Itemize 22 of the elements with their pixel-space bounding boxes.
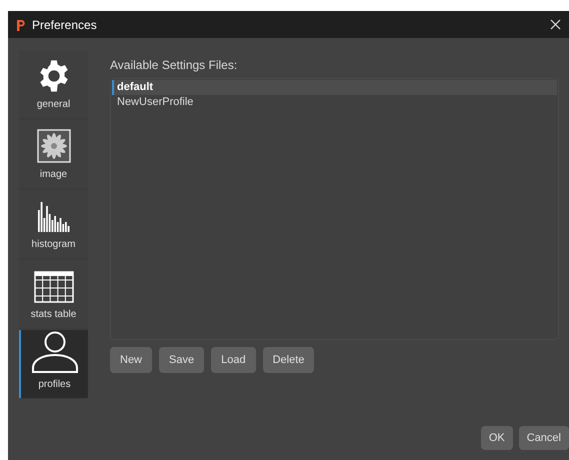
list-item[interactable]: default [112,80,557,95]
person-icon [30,331,80,373]
list-item[interactable]: NewUserProfile [112,95,557,110]
file-button[interactable]: Save [159,347,204,373]
histogram-icon [36,199,72,233]
file-button[interactable]: Load [211,347,256,373]
app-logo-icon [16,18,26,30]
sidebar-label: image [40,168,68,182]
file-button[interactable]: Delete [262,347,314,373]
sidebar-label: histogram [32,238,76,252]
file-button[interactable]: New [110,347,152,373]
sidebar-item[interactable]: profiles [19,330,88,398]
dialog-button[interactable]: Cancel [518,426,569,450]
window-title: Preferences [32,16,98,34]
list-heading: Available Settings Files: [110,57,238,74]
dialog-button[interactable]: OK [480,426,513,450]
sidebar-label: general [36,98,70,112]
flower-image-icon [36,129,70,163]
table-icon [34,271,74,303]
sidebar-label: stats table [30,308,76,322]
close-icon[interactable] [550,19,561,30]
sidebar-label: profiles [38,378,71,392]
